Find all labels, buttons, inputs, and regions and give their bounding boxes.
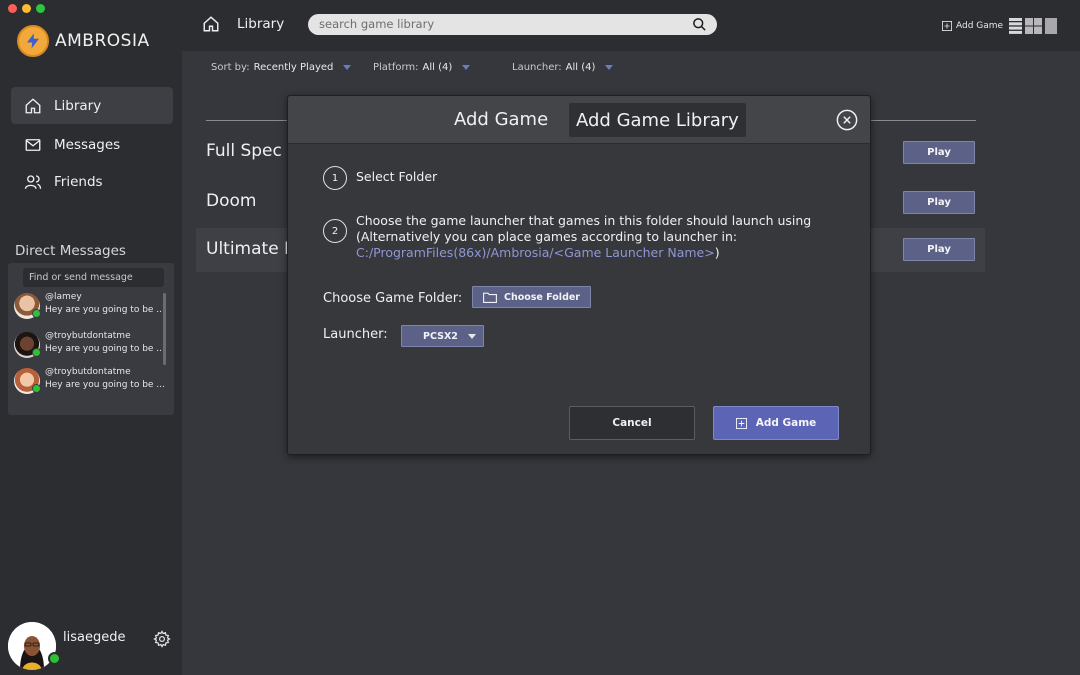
sidebar-item-label: Friends — [54, 173, 103, 190]
game-title: Full Spec — [206, 141, 282, 161]
launcher-label: Launcher: — [512, 62, 562, 73]
app-logo: AMBROSIA — [17, 25, 150, 57]
direct-messages-panel: @lamey Hey are you going to be ... @troy… — [8, 263, 174, 415]
home-icon — [25, 97, 41, 113]
choose-folder-label: Choose Folder — [503, 291, 580, 303]
platform-label: Platform: — [373, 62, 419, 73]
chevron-down-icon — [462, 65, 471, 70]
search-input[interactable]: search game library — [319, 17, 434, 31]
launcher-field-label: Launcher: — [323, 327, 388, 342]
sidebar-item-label: Messages — [54, 136, 121, 153]
minimize-window-button[interactable] — [22, 4, 31, 13]
home-icon[interactable] — [202, 15, 220, 33]
users-icon — [24, 174, 42, 189]
chevron-down-icon — [343, 65, 352, 70]
close-window-button[interactable] — [8, 4, 17, 13]
play-button[interactable]: Play — [903, 141, 975, 164]
online-status-dot — [32, 384, 41, 393]
tile-view-icon[interactable] — [1045, 18, 1057, 34]
play-button[interactable]: Play — [903, 191, 975, 214]
list-view-icon[interactable] — [1009, 18, 1022, 34]
plus-square-icon — [735, 417, 747, 429]
chevron-down-icon — [605, 65, 614, 70]
dm-preview: Hey are you going to be ... — [45, 380, 165, 390]
maximize-window-button[interactable] — [36, 4, 45, 13]
add-game-button[interactable]: Add Game — [942, 21, 1003, 31]
step-text-line2: (Alternatively you can place games accor… — [356, 229, 738, 244]
sidebar-item-label: Library — [54, 97, 102, 114]
launcher-select[interactable]: PCSX2 — [401, 325, 484, 347]
play-button[interactable]: Play — [903, 238, 975, 261]
dm-search-input[interactable] — [23, 268, 164, 287]
online-status-dot — [32, 309, 41, 318]
view-toggle — [1009, 18, 1057, 34]
sidebar-nav: Library Messages Friends — [11, 87, 173, 200]
step-number: 2 — [323, 219, 347, 243]
path-suffix: ) — [714, 245, 720, 260]
top-bar: Library search game library Add Game — [182, 0, 1080, 51]
search-icon[interactable] — [692, 17, 707, 32]
add-game-dialog: Add Game Add Game Library 1 Select Folde… — [287, 95, 871, 455]
dm-list-item[interactable]: @lamey Hey are you going to be ... — [14, 290, 165, 322]
tab-add-game[interactable]: Add Game — [454, 109, 548, 130]
launcher-dropdown[interactable]: Launcher: All (4) — [512, 62, 614, 73]
dm-username: @troybutdontatme — [45, 367, 131, 377]
game-title: Doom — [206, 191, 257, 211]
chevron-down-icon — [467, 333, 476, 339]
close-icon[interactable] — [836, 109, 858, 131]
sidebar-item-friends[interactable]: Friends — [11, 163, 173, 200]
add-game-label: Add Game — [956, 21, 1004, 31]
dm-username: @troybutdontatme — [45, 331, 131, 341]
folder-icon — [483, 292, 497, 303]
dm-list-item[interactable]: @troybutdontatme Hey are you going to be… — [14, 329, 165, 361]
add-game-submit-button[interactable]: Add Game — [713, 406, 839, 440]
platform-dropdown[interactable]: Platform: All (4) — [373, 62, 471, 73]
add-game-submit-label: Add Game — [755, 417, 817, 429]
folder-field-label: Choose Game Folder: — [323, 291, 463, 306]
step-description: Choose the game launcher that games in t… — [356, 213, 836, 261]
sort-dropdown[interactable]: Sort by: Recently Played — [211, 62, 352, 73]
tab-add-game-library[interactable]: Add Game Library — [569, 103, 746, 137]
breadcrumb[interactable]: Library — [237, 16, 284, 32]
lightning-icon — [17, 25, 49, 57]
dialog-header: Add Game Add Game Library — [288, 96, 870, 144]
online-status-dot — [48, 652, 61, 665]
dm-preview: Hey are you going to be ... — [45, 344, 165, 354]
sort-label: Sort by: — [211, 62, 250, 73]
current-user: lisaegede — [8, 622, 178, 670]
launcher-select-value: PCSX2 — [423, 330, 458, 342]
launcher-value: All (4) — [565, 62, 596, 73]
grid-view-icon[interactable] — [1025, 18, 1042, 34]
mail-icon — [25, 138, 41, 151]
dm-list-item[interactable]: @troybutdontatme Hey are you going to be… — [14, 365, 165, 397]
app-name: AMBROSIA — [55, 31, 150, 51]
launcher-path: C:/ProgramFiles(86x)/Ambrosia/<Game Laun… — [356, 245, 715, 260]
online-status-dot — [32, 348, 41, 357]
dm-username: @lamey — [45, 292, 82, 302]
search-bar[interactable]: search game library — [308, 14, 717, 35]
window-controls — [8, 4, 45, 13]
gear-icon[interactable] — [153, 630, 171, 648]
direct-messages-title: Direct Messages — [15, 243, 126, 259]
platform-value: All (4) — [422, 62, 453, 73]
step-number: 1 — [323, 166, 347, 190]
game-title: Ultimate I — [206, 239, 290, 259]
choose-folder-button[interactable]: Choose Folder — [472, 286, 591, 308]
plus-square-icon — [942, 21, 952, 31]
sort-value: Recently Played — [253, 62, 334, 73]
dm-scrollbar[interactable] — [163, 293, 166, 365]
sidebar-item-library[interactable]: Library — [11, 87, 173, 124]
sidebar-item-messages[interactable]: Messages — [11, 126, 173, 163]
step-text: Choose the game launcher that games in t… — [356, 213, 812, 228]
launcher-path-line: C:/ProgramFiles(86x)/Ambrosia/<Game Laun… — [356, 245, 836, 261]
step-text: Select Folder — [356, 169, 438, 184]
username: lisaegede — [63, 630, 126, 645]
filter-bar: Sort by: Recently Played Platform: All (… — [182, 62, 1080, 76]
dm-preview: Hey are you going to be ... — [45, 305, 165, 315]
cancel-button[interactable]: Cancel — [569, 406, 695, 440]
sidebar: AMBROSIA Library Messages Friends Direct… — [0, 0, 182, 675]
